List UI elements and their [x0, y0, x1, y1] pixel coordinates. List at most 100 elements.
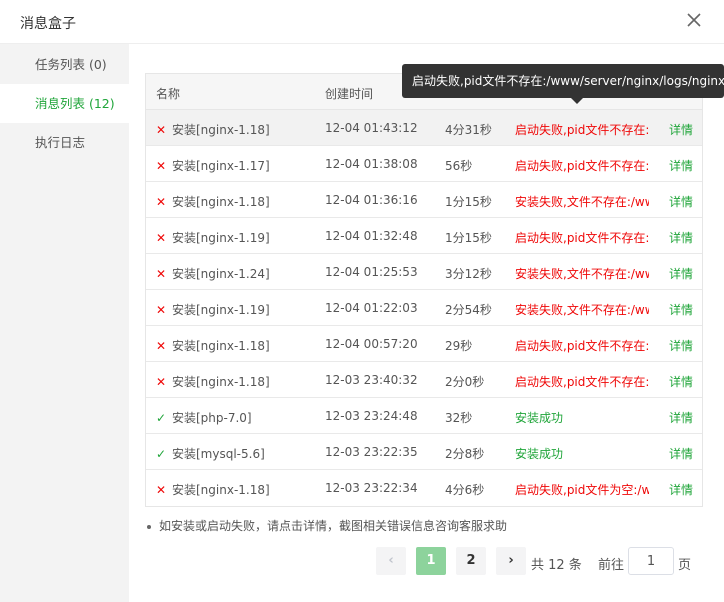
cross-icon: ✕	[156, 231, 167, 245]
cross-icon: ✕	[156, 159, 167, 173]
row-name-text: 安装[nginx-1.19]	[172, 231, 270, 245]
details-link[interactable]: 详情	[669, 445, 693, 462]
page-unit-label: 页	[678, 558, 692, 573]
cross-icon: ✕	[156, 375, 167, 389]
table-row: ✕ 安装[nginx-1.18] 12-04 01:36:16 1分15秒 安装失败,文…	[146, 182, 702, 218]
help-note: 如安装或启动失败，请点击详情，截图相关错误信息咨询客服求助	[147, 517, 507, 534]
row-time: 12-03 23:24:48	[325, 409, 418, 423]
main-panel: 名称 创建时间 ✕ 安装[nginx-1.18] 12-04 01:43:12 4分3…	[129, 44, 724, 602]
row-duration: 2分8秒	[445, 447, 485, 461]
row-name: ✕ 安装[nginx-1.18]	[156, 193, 270, 210]
row-duration: 32秒	[445, 411, 473, 425]
message-table: 名称 创建时间 ✕ 安装[nginx-1.18] 12-04 01:43:12 4分3…	[145, 73, 703, 507]
row-name: ✕ 安装[nginx-1.18]	[156, 481, 270, 498]
details-link[interactable]: 详情	[669, 337, 693, 354]
table-row: ✓ 安装[php-7.0] 12-03 23:24:48 32秒 安装成功 详情	[146, 398, 702, 434]
row-time: 12-04 01:36:16	[325, 193, 418, 207]
row-time: 12-04 01:22:03	[325, 301, 418, 315]
row-name: ✓ 安装[mysql-5.6]	[156, 445, 265, 462]
row-name: ✕ 安装[nginx-1.24]	[156, 265, 270, 282]
row-status: 启动失败,pid文件不存在:/www/server/nginx/logs/ngi…	[515, 375, 649, 389]
row-name-text: 安装[php-7.0]	[172, 411, 252, 425]
dialog-titlebar: 消息盒子	[0, 0, 724, 44]
check-icon: ✓	[156, 411, 167, 425]
page-1-button[interactable]: 1	[416, 547, 446, 575]
prev-page-button[interactable]: ‹	[376, 547, 406, 575]
details-link[interactable]: 详情	[669, 121, 693, 138]
row-time: 12-04 00:57:20	[325, 337, 418, 351]
row-name: ✓ 安装[php-7.0]	[156, 409, 252, 426]
row-name: ✕ 安装[nginx-1.18]	[156, 373, 270, 390]
row-name-text: 安装[nginx-1.18]	[172, 375, 270, 389]
cross-icon: ✕	[156, 303, 167, 317]
sidebar-item-tasks[interactable]: 任务列表 (0)	[0, 45, 129, 84]
details-link[interactable]: 详情	[669, 193, 693, 210]
table-row: ✓ 安装[mysql-5.6] 12-03 23:22:35 2分8秒 安装成功 详情	[146, 434, 702, 470]
row-name-text: 安装[nginx-1.18]	[172, 195, 270, 209]
total-count: 共 12 条	[531, 558, 582, 573]
status-tooltip: 启动失败,pid文件不存在:/www/server/nginx/logs/ngi…	[402, 64, 724, 98]
details-link[interactable]: 详情	[669, 409, 693, 426]
table-row: ✕ 安装[nginx-1.18] 12-04 01:43:12 4分31秒 启动失败,p…	[146, 110, 702, 146]
table-row: ✕ 安装[nginx-1.19] 12-04 01:32:48 1分15秒 启动失败,p…	[146, 218, 702, 254]
row-duration: 3分12秒	[445, 267, 492, 281]
details-link[interactable]: 详情	[669, 157, 693, 174]
row-name-text: 安装[mysql-5.6]	[172, 447, 265, 461]
row-name: ✕ 安装[nginx-1.18]	[156, 337, 270, 354]
row-name-text: 安装[nginx-1.19]	[172, 303, 270, 317]
bullet-icon	[147, 524, 151, 529]
row-duration: 56秒	[445, 159, 473, 173]
cross-icon: ✕	[156, 267, 167, 281]
next-page-button[interactable]: ›	[496, 547, 526, 575]
row-name-text: 安装[nginx-1.18]	[172, 339, 270, 353]
table-row: ✕ 安装[nginx-1.17] 12-04 01:38:08 56秒 启动失败,pid…	[146, 146, 702, 182]
details-link[interactable]: 详情	[669, 373, 693, 390]
row-status: 启动失败,pid文件为空:/www/server/nginx/logs/ngin…	[515, 483, 649, 497]
row-duration: 1分15秒	[445, 231, 492, 245]
row-status: 启动失败,pid文件不存在:/www/server/nginx/logs/ngi…	[515, 231, 649, 245]
details-link[interactable]: 详情	[669, 481, 693, 498]
header-created: 创建时间	[325, 87, 374, 101]
row-name-text: 安装[nginx-1.18]	[172, 123, 270, 137]
row-name-text: 安装[nginx-1.24]	[172, 267, 270, 281]
row-time: 12-04 01:32:48	[325, 229, 418, 243]
details-link[interactable]: 详情	[669, 301, 693, 318]
table-row: ✕ 安装[nginx-1.24] 12-04 01:25:53 3分12秒 安装失败,文…	[146, 254, 702, 290]
table-body: ✕ 安装[nginx-1.18] 12-04 01:43:12 4分31秒 启动失败,p…	[146, 110, 702, 506]
cross-icon: ✕	[156, 339, 167, 353]
cross-icon: ✕	[156, 483, 167, 497]
tooltip-arrow	[571, 98, 583, 104]
row-duration: 2分54秒	[445, 303, 492, 317]
sidebar: 任务列表 (0) 消息列表 (12) 执行日志	[0, 44, 129, 602]
sidebar-item-messages[interactable]: 消息列表 (12)	[0, 84, 129, 123]
details-link[interactable]: 详情	[669, 265, 693, 282]
row-time: 12-04 01:25:53	[325, 265, 418, 279]
row-name: ✕ 安装[nginx-1.17]	[156, 157, 270, 174]
cross-icon: ✕	[156, 123, 167, 137]
dialog-title: 消息盒子	[20, 16, 76, 32]
row-name: ✕ 安装[nginx-1.18]	[156, 121, 270, 138]
table-row: ✕ 安装[nginx-1.19] 12-04 01:22:03 2分54秒 安装失败,文…	[146, 290, 702, 326]
row-time: 12-03 23:40:32	[325, 373, 418, 387]
page-2-button[interactable]: 2	[456, 547, 486, 575]
row-status: 启动失败,pid文件不存在:/www/server/nginx/logs/ngi…	[515, 339, 649, 353]
row-status: 安装成功	[515, 411, 564, 425]
row-time: 12-03 23:22:35	[325, 445, 418, 459]
row-name-text: 安装[nginx-1.17]	[172, 159, 270, 173]
row-time: 12-04 01:43:12	[325, 121, 418, 135]
row-status: 安装成功	[515, 447, 564, 461]
cross-icon: ✕	[156, 195, 167, 209]
row-status: 安装失败,文件不存在:/www/server/nginx/sbin/nginx	[515, 195, 649, 209]
goto-label: 前往	[598, 558, 625, 573]
table-row: ✕ 安装[nginx-1.18] 12-03 23:40:32 2分0秒 启动失败,pi…	[146, 362, 702, 398]
goto-page-input[interactable]	[628, 547, 674, 575]
row-status: 启动失败,pid文件不存在:/www/server/nginx/logs/ngi…	[515, 159, 649, 173]
row-status: 安装失败,文件不存在:/www/server/nginx/sbin/nginx	[515, 303, 649, 317]
close-icon[interactable]	[684, 10, 704, 30]
row-time: 12-04 01:38:08	[325, 157, 418, 171]
details-link[interactable]: 详情	[669, 229, 693, 246]
check-icon: ✓	[156, 447, 167, 461]
row-name: ✕ 安装[nginx-1.19]	[156, 301, 270, 318]
sidebar-item-logs[interactable]: 执行日志	[0, 123, 129, 162]
row-status: 安装失败,文件不存在:/www/server/nginx/sbin/nginx	[515, 267, 649, 281]
